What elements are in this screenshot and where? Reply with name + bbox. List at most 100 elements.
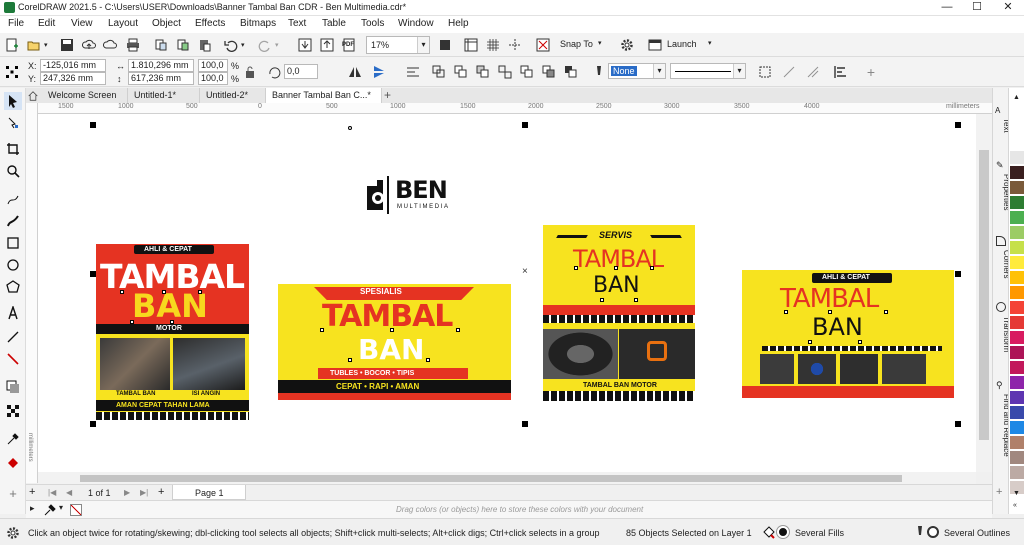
palette-swatch[interactable] (1010, 436, 1024, 450)
palette-scroll-down-icon[interactable]: ▼ (1013, 490, 1020, 497)
palette-swatch[interactable] (1010, 196, 1024, 210)
edit-bitmap-icon[interactable] (804, 63, 822, 81)
pick-tool-icon[interactable] (4, 92, 22, 110)
palette-swatch[interactable] (1010, 286, 1024, 300)
no-color-swatch[interactable] (70, 504, 82, 516)
selection-center-marker[interactable]: × (522, 267, 528, 277)
interactive-fill-tool-icon[interactable] (4, 454, 22, 472)
palette-swatch[interactable] (1010, 331, 1024, 345)
menu-layout[interactable]: Layout (108, 18, 138, 29)
rotation-center-marker[interactable] (348, 126, 352, 130)
find-replace-docker-icon[interactable]: ⚲ (996, 380, 1003, 391)
open-dropdown-chevron-icon[interactable]: ▾ (44, 41, 48, 49)
combine-icon[interactable] (430, 63, 448, 81)
close-button[interactable]: ✕ (993, 0, 1023, 16)
menu-edit[interactable]: Edit (38, 18, 55, 29)
vertical-scrollbar-thumb[interactable] (979, 150, 989, 440)
connector-tool-icon[interactable] (4, 350, 22, 368)
selection-handle-bl[interactable] (90, 421, 96, 427)
palette-swatch[interactable] (1010, 346, 1024, 360)
show-grid-icon[interactable] (484, 36, 502, 54)
mirror-vertical-icon[interactable] (370, 63, 388, 81)
launch-label[interactable]: Launch (667, 39, 697, 49)
cloud-upload-icon[interactable] (80, 36, 98, 54)
selection-handle-tm[interactable] (522, 122, 528, 128)
horizontal-ruler[interactable]: 1500 1000 500 0 500 1000 1500 2000 2500 … (38, 103, 992, 114)
minimize-button[interactable]: — (932, 0, 962, 16)
alignment-guides-icon[interactable] (534, 36, 552, 54)
text-wrap-icon[interactable] (404, 63, 422, 81)
zoom-level-dropdown[interactable]: 17% ▾ (366, 36, 430, 54)
scale-width-field[interactable]: 100,0 (198, 59, 228, 72)
selection-handle-tr[interactable] (955, 122, 961, 128)
freehand-tool-icon[interactable] (4, 190, 22, 208)
selection-handle-mr[interactable] (955, 271, 961, 277)
palette-swatch[interactable] (1010, 451, 1024, 465)
palette-menu-icon[interactable]: ▸ (30, 503, 35, 514)
palette-expand-icon[interactable]: « (1013, 502, 1017, 509)
y-position-field[interactable]: 247,326 mm (40, 72, 106, 85)
show-guidelines-icon[interactable] (506, 36, 524, 54)
tab-untitled-2[interactable]: Untitled-2* (200, 88, 266, 103)
lock-ratio-icon[interactable] (241, 63, 259, 81)
add-tool-icon[interactable]: + (4, 484, 22, 502)
group-icon[interactable] (452, 63, 470, 81)
palette-swatch[interactable] (1010, 256, 1024, 270)
menu-table[interactable]: Table (322, 18, 346, 29)
fill-bucket-icon[interactable] (762, 525, 776, 539)
rectangle-tool-icon[interactable] (4, 234, 22, 252)
full-screen-icon[interactable] (436, 36, 454, 54)
palette-swatch[interactable] (1010, 166, 1024, 180)
menu-bitmaps[interactable]: Bitmaps (240, 18, 276, 29)
selection-handle-tl[interactable] (90, 122, 96, 128)
menu-window[interactable]: Window (398, 18, 434, 29)
menu-tools[interactable]: Tools (361, 18, 384, 29)
eyedropper-chevron-icon[interactable]: ▾ (59, 503, 63, 512)
undo-icon[interactable] (222, 36, 240, 54)
menu-effects[interactable]: Effects (195, 18, 225, 29)
outline-width-chevron-icon[interactable]: ▾ (653, 64, 665, 78)
menu-view[interactable]: View (71, 18, 93, 29)
trim-icon[interactable] (540, 63, 558, 81)
menu-object[interactable]: Object (152, 18, 181, 29)
transparency-tool-icon[interactable] (4, 402, 22, 420)
rotation-angle-field[interactable]: 0,0 (284, 64, 318, 79)
vertical-scrollbar[interactable] (976, 114, 992, 472)
undo-dropdown-chevron-icon[interactable]: ▾ (241, 41, 245, 49)
palette-swatch[interactable] (1010, 241, 1024, 255)
copy-icon[interactable] (174, 36, 192, 54)
last-page-icon[interactable]: ▶| (140, 488, 148, 497)
previous-page-icon[interactable]: ◀ (66, 488, 72, 497)
palette-swatch[interactable] (1010, 181, 1024, 195)
redo-icon[interactable] (256, 36, 274, 54)
quick-trace-icon[interactable] (780, 63, 798, 81)
palette-scroll-up-icon[interactable]: ▲ (1013, 94, 1020, 101)
menu-file[interactable]: File (8, 18, 24, 29)
width-field[interactable]: 1.810,296 mm (128, 59, 194, 72)
shape-tool-icon[interactable] (4, 114, 22, 132)
outline-width-dropdown[interactable]: None ▾ (608, 63, 666, 79)
launch-chevron-icon[interactable]: ▾ (708, 39, 712, 47)
palette-swatch[interactable] (1010, 376, 1024, 390)
horizontal-scrollbar-thumb[interactable] (80, 475, 902, 482)
banner-4[interactable]: AHLI & CEPAT TAMBAL BAN (742, 270, 954, 398)
tab-untitled-1[interactable]: Untitled-1* (128, 88, 200, 103)
drop-shadow-tool-icon[interactable] (4, 378, 22, 396)
selection-handle-ml[interactable] (90, 271, 96, 277)
align-distribute-icon[interactable] (832, 63, 850, 81)
properties-docker-icon[interactable]: ✎ (996, 160, 1004, 171)
maximize-button[interactable]: ☐ (962, 0, 992, 16)
print-icon[interactable] (124, 36, 142, 54)
paste-icon[interactable] (196, 36, 214, 54)
next-page-icon[interactable]: ▶ (124, 488, 130, 497)
object-origin-icon[interactable] (3, 63, 21, 81)
import-icon[interactable] (296, 36, 314, 54)
banner-3[interactable]: SERVIS TAMBAL BAN TAMBAL BAN MOTOR (543, 225, 695, 401)
fill-swatch[interactable] (777, 526, 789, 538)
zoom-tool-icon[interactable] (4, 162, 22, 180)
status-settings-icon[interactable] (4, 524, 22, 542)
cut-icon[interactable] (152, 36, 170, 54)
palette-swatch[interactable] (1010, 271, 1024, 285)
palette-swatch[interactable] (1010, 316, 1024, 330)
tab-welcome-screen[interactable]: Welcome Screen (38, 88, 128, 103)
